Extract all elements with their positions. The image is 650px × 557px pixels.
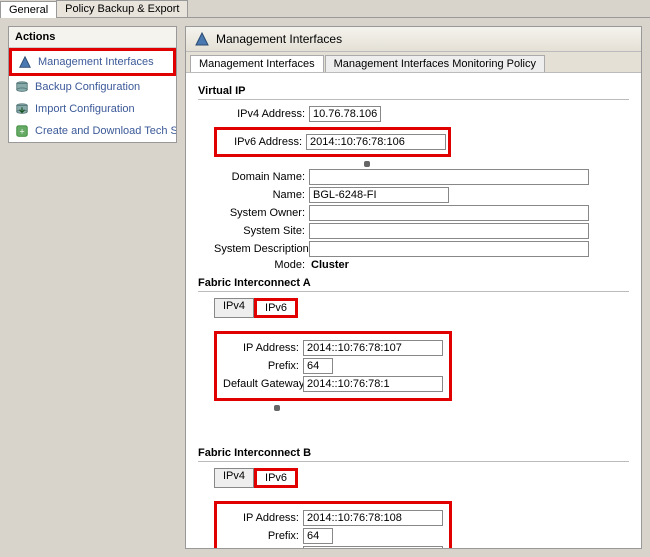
ipv4-address-label: IPv4 Address: bbox=[214, 108, 309, 120]
content-panel: Virtual IP IPv4 Address: IPv6 Address: D… bbox=[186, 73, 641, 548]
fi-b-prefix-label: Prefix: bbox=[223, 530, 303, 542]
system-site-label: System Site: bbox=[214, 225, 309, 237]
sidebar-item-create-tech-support[interactable]: + Create and Download Tech Supp bbox=[9, 120, 176, 142]
system-site-field[interactable] bbox=[309, 223, 589, 239]
fi-a-prefix-label: Prefix: bbox=[223, 360, 303, 372]
name-field[interactable] bbox=[309, 187, 449, 203]
fi-b-prefix-field[interactable] bbox=[303, 528, 333, 544]
mode-value: Cluster bbox=[309, 259, 349, 271]
system-owner-field[interactable] bbox=[309, 205, 589, 221]
slider-handle[interactable] bbox=[364, 161, 370, 167]
sub-tabs: Management Interfaces Management Interfa… bbox=[186, 52, 641, 73]
svg-text:+: + bbox=[19, 127, 24, 137]
sidebar-item-management-interfaces[interactable]: Management Interfaces bbox=[9, 48, 176, 76]
main-header: Management Interfaces bbox=[186, 27, 641, 52]
management-icon bbox=[18, 55, 32, 69]
name-label: Name: bbox=[214, 189, 309, 201]
actions-header: Actions bbox=[9, 27, 176, 48]
fi-b-ip-field[interactable] bbox=[303, 510, 443, 526]
fi-b-tab-ipv6[interactable]: IPv6 bbox=[254, 468, 298, 488]
fi-a-ip-label: IP Address: bbox=[223, 342, 303, 354]
system-owner-label: System Owner: bbox=[214, 207, 309, 219]
fi-a-title: Fabric Interconnect A bbox=[198, 277, 629, 289]
fi-a-ip-field[interactable] bbox=[303, 340, 443, 356]
tab-general[interactable]: General bbox=[0, 1, 57, 18]
sidebar-item-label: Create and Download Tech Supp bbox=[35, 125, 176, 137]
subtab-monitoring-policy[interactable]: Management Interfaces Monitoring Policy bbox=[325, 55, 545, 72]
fi-b-ip-label: IP Address: bbox=[223, 512, 303, 524]
tech-support-icon: + bbox=[15, 124, 29, 138]
backup-icon bbox=[15, 80, 29, 94]
fi-a-gw-field[interactable] bbox=[303, 376, 443, 392]
sidebar-item-import-configuration[interactable]: Import Configuration bbox=[9, 98, 176, 120]
page-title: Management Interfaces bbox=[216, 32, 342, 46]
top-tabs: General Policy Backup & Export bbox=[0, 0, 650, 18]
sidebar: Actions Management Interfaces Backup Con… bbox=[0, 18, 185, 557]
fi-a-prefix-field[interactable] bbox=[303, 358, 333, 374]
ipv6-address-label: IPv6 Address: bbox=[219, 136, 306, 148]
fi-b-tab-ipv4[interactable]: IPv4 bbox=[214, 468, 254, 488]
fi-b-title: Fabric Interconnect B bbox=[198, 447, 629, 459]
domain-name-field[interactable] bbox=[309, 169, 589, 185]
domain-name-label: Domain Name: bbox=[214, 171, 309, 183]
sidebar-item-label: Import Configuration bbox=[35, 103, 135, 115]
system-description-label: System Description: bbox=[214, 243, 309, 255]
import-icon bbox=[15, 102, 29, 116]
main-panel: Management Interfaces Management Interfa… bbox=[185, 26, 642, 549]
fi-a-tab-ipv4[interactable]: IPv4 bbox=[214, 298, 254, 318]
sidebar-item-label: Backup Configuration bbox=[35, 81, 140, 93]
virtual-ip-title: Virtual IP bbox=[198, 85, 629, 97]
ipv6-address-field[interactable] bbox=[306, 134, 446, 150]
fi-a-tab-ipv6[interactable]: IPv6 bbox=[254, 298, 298, 318]
tab-policy-backup-export[interactable]: Policy Backup & Export bbox=[56, 0, 188, 17]
mode-label: Mode: bbox=[214, 259, 309, 271]
system-description-field[interactable] bbox=[309, 241, 589, 257]
sidebar-item-backup-configuration[interactable]: Backup Configuration bbox=[9, 76, 176, 98]
fi-b-gw-field[interactable] bbox=[303, 546, 443, 548]
management-icon bbox=[194, 31, 210, 47]
subtab-management-interfaces[interactable]: Management Interfaces bbox=[190, 55, 324, 72]
fi-a-gw-label: Default Gateway: bbox=[223, 378, 303, 390]
sidebar-item-label: Management Interfaces bbox=[38, 56, 154, 68]
ipv4-address-field[interactable] bbox=[309, 106, 381, 122]
